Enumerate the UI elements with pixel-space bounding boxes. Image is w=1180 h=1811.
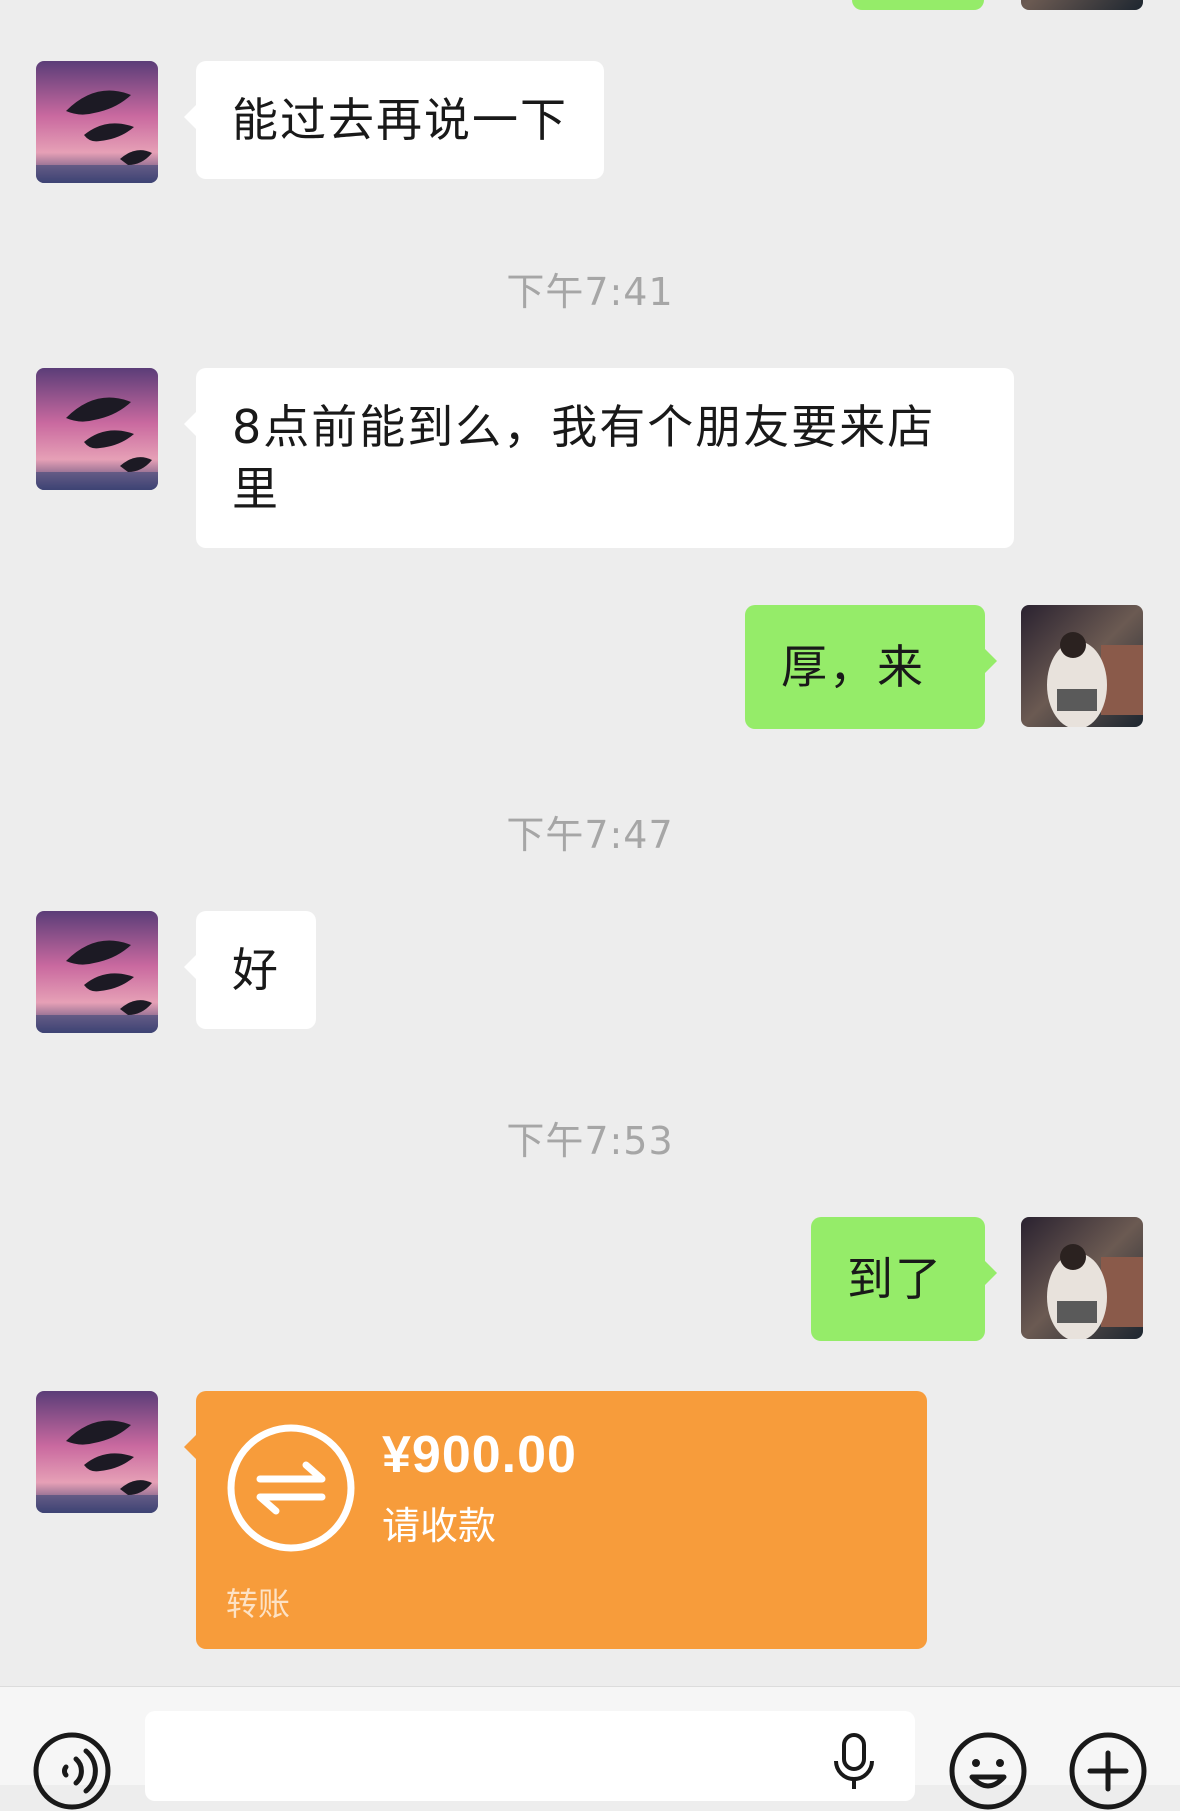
message-bubble-outgoing[interactable]: 厚，来: [745, 605, 997, 729]
message-bubble-incoming[interactable]: 8点前能到么，我有个朋友要来店里: [184, 368, 1014, 548]
message-text: 8点前能到么，我有个朋友要来店里: [232, 400, 936, 516]
message-input[interactable]: [145, 1711, 915, 1801]
voice-icon[interactable]: [32, 1731, 112, 1811]
message-bubble-incoming[interactable]: 能过去再说一下: [184, 61, 604, 179]
message-text: 能过去再说一下: [232, 93, 568, 147]
transfer-card[interactable]: ¥900.00 请收款 转账: [184, 1391, 927, 1649]
transfer-arrows-icon: [227, 1424, 355, 1552]
message-text: 到了: [847, 1252, 943, 1306]
message-text: 厚，来: [781, 640, 925, 694]
input-bar: [0, 1686, 1180, 1810]
self-avatar[interactable]: [1021, 605, 1143, 727]
contact-avatar[interactable]: [36, 1391, 158, 1513]
message-bubble-incoming[interactable]: 好: [184, 911, 316, 1029]
contact-avatar[interactable]: [36, 911, 158, 1033]
transfer-amount: ¥900.00: [382, 1426, 577, 1484]
transfer-status: 请收款: [382, 1504, 497, 1548]
transfer-label: 转账: [226, 1585, 291, 1623]
contact-avatar[interactable]: [36, 61, 158, 183]
partial-outgoing-bubble: [852, 0, 984, 10]
emoji-icon[interactable]: [948, 1731, 1028, 1811]
contact-avatar[interactable]: [36, 368, 158, 490]
message-timestamp: 下午7:41: [506, 270, 674, 314]
message-timestamp: 下午7:47: [506, 813, 674, 857]
message-timestamp: 下午7:53: [506, 1119, 674, 1163]
message-text: 好: [232, 943, 280, 997]
chat-message-list[interactable]: 能过去再说一下 下午7:41 8点前能到么，我有个朋友要来店里 厚，来 下午7:…: [0, 0, 1180, 1686]
message-bubble-outgoing[interactable]: 到了: [811, 1217, 997, 1341]
mic-icon[interactable]: [829, 1731, 879, 1791]
self-avatar[interactable]: [1021, 0, 1143, 10]
plus-icon[interactable]: [1068, 1731, 1148, 1811]
self-avatar[interactable]: [1021, 1217, 1143, 1339]
